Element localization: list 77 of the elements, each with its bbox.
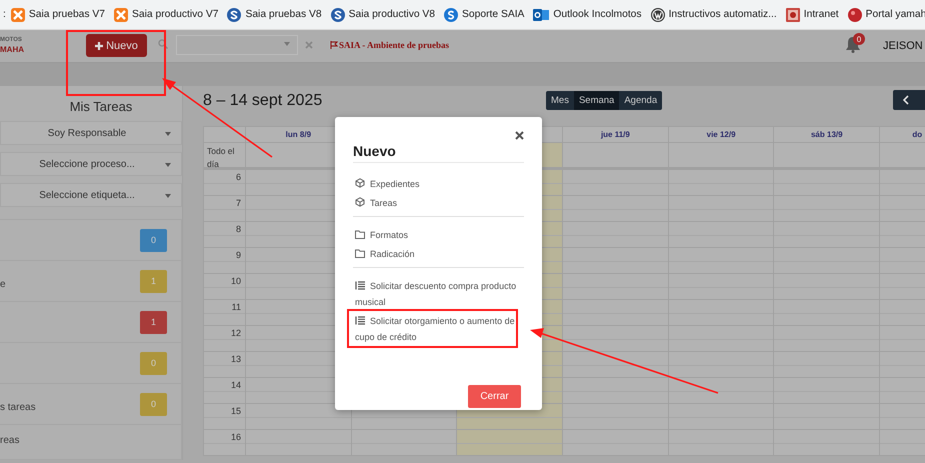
hour-label: 9 — [204, 248, 246, 274]
menu-item[interactable]: Expedientes — [353, 176, 524, 192]
filter-dropdown[interactable]: Seleccione proceso... — [0, 152, 182, 176]
view-tab[interactable]: Mes — [546, 91, 574, 110]
cube-icon — [355, 197, 365, 207]
cube-icon — [355, 178, 365, 188]
day-header: vie 12/9 — [668, 127, 774, 143]
new-button[interactable]: Nuevo — [86, 34, 147, 57]
hour-label: 12 — [204, 326, 246, 352]
caret-icon — [165, 163, 171, 167]
hour-label: 10 — [204, 274, 246, 300]
count-badge: 1 — [140, 270, 167, 292]
app-icon — [227, 8, 242, 22]
logo-text: MAHA — [0, 45, 24, 54]
hour-label: 6 — [204, 170, 246, 196]
menu-item[interactable]: Solicitar descuento compra producto musical — [353, 278, 524, 310]
hour-label: 7 — [204, 196, 246, 222]
search-field[interactable] — [176, 35, 298, 55]
panel-title: Mis Tareas — [68, 98, 134, 114]
chevron-left-icon — [903, 95, 909, 105]
view-tab[interactable]: Semana — [574, 91, 620, 110]
menu-item[interactable]: Formatos — [353, 227, 524, 243]
bookmark[interactable]: Saia productivo V8 — [330, 8, 436, 22]
bookmark[interactable]: Saia productivo V7 — [114, 8, 218, 22]
count-badge: 0 — [140, 352, 167, 374]
hour-label: 14 — [204, 378, 246, 404]
caret-icon — [165, 194, 171, 198]
hour-label: 15 — [204, 404, 246, 430]
hour-label: 8 — [204, 222, 246, 248]
bookmark[interactable]: Instructivos automatiz... — [650, 8, 777, 22]
user-name[interactable]: JEISON — [883, 40, 923, 52]
day-header: do — [880, 127, 925, 143]
mail-icon — [533, 8, 550, 22]
bookmark[interactable]: Saia pruebas V7 — [10, 8, 106, 22]
task-category[interactable]: reas — [0, 435, 20, 446]
count-badge: 1 — [140, 310, 167, 334]
bookmark[interactable]: Saia pruebas V8 — [227, 8, 322, 22]
menu-item[interactable]: Radicación — [353, 246, 524, 262]
menu-item[interactable]: Solicitar otorgamiento o aumento de cupo de crédito — [353, 313, 524, 345]
app-icon — [10, 8, 25, 22]
plus-icon — [95, 42, 104, 50]
bookmark[interactable]: Soporte SAIA — [444, 8, 524, 22]
caret-icon — [284, 42, 290, 46]
filter-dropdown[interactable]: Seleccione etiqueta... — [0, 183, 182, 207]
environment-label: SAIA - Ambiente de pruebas — [339, 40, 450, 50]
modal-title: Nuevo — [353, 117, 524, 163]
bookmark-fragment: : — [3, 9, 6, 20]
all-day-label: Todo el día — [204, 143, 246, 170]
caret-icon — [165, 132, 171, 136]
flag-icon — [330, 41, 338, 49]
app-icon — [114, 8, 128, 22]
notification-badge: 0 — [853, 33, 865, 45]
calendar-title: 8 – 14 sept 2025 — [203, 92, 322, 110]
app-icon — [444, 8, 458, 22]
app-icon — [848, 8, 862, 22]
view-tab[interactable]: Agenda — [619, 91, 662, 110]
task-category[interactable]: e — [0, 279, 6, 290]
filter-dropdown[interactable]: Soy Responsable — [0, 121, 182, 145]
previous-button[interactable] — [893, 90, 925, 110]
hour-label: 13 — [204, 352, 246, 378]
day-header: sáb 13/9 — [774, 127, 880, 143]
close-icon[interactable] — [515, 131, 524, 140]
count-badge: 0 — [140, 392, 167, 416]
app-icon — [650, 8, 665, 22]
hour-label: 11 — [204, 300, 246, 326]
menu-item[interactable]: Tareas — [353, 195, 524, 211]
list-icon — [355, 316, 365, 325]
list-icon — [355, 281, 365, 290]
day-header: jue 11/9 — [563, 127, 669, 143]
task-category[interactable]: s tareas — [0, 402, 36, 413]
bookmark[interactable]: Outlook Incolmotos — [533, 8, 642, 22]
bookmark[interactable]: Intranet — [786, 8, 839, 22]
search-icon — [158, 39, 168, 49]
app-icon — [786, 8, 800, 22]
count-badge: 0 — [140, 228, 167, 252]
app-icon — [330, 8, 345, 22]
hour-label: 16 — [204, 430, 246, 456]
